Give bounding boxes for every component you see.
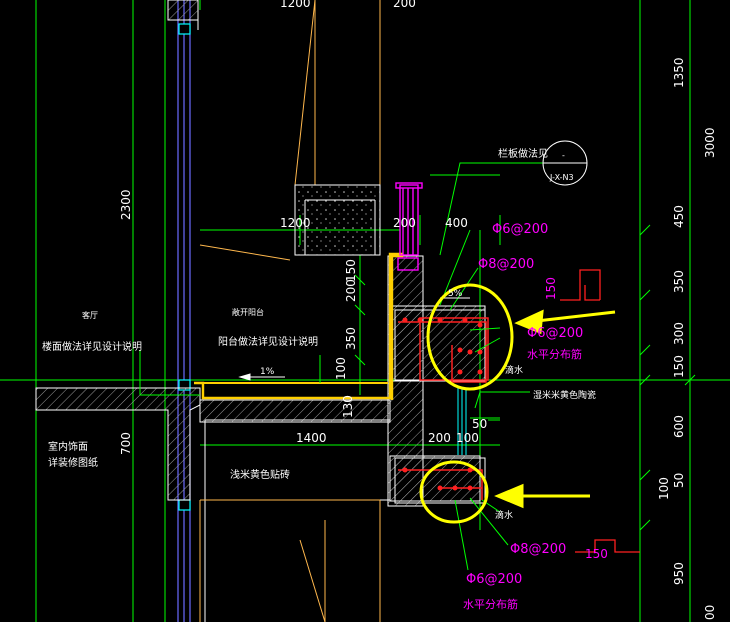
label-rebar-1: Φ6@200 bbox=[492, 222, 548, 237]
label-open-balcony: 敞开阳台 bbox=[232, 307, 264, 317]
dim-r-1350: 1350 bbox=[672, 57, 686, 88]
label-rebar-3: Φ6@200 bbox=[527, 326, 583, 341]
label-floor-note: 楼面做法详见设计说明 bbox=[42, 340, 142, 353]
dim-bot-100: 100 bbox=[456, 431, 479, 445]
dim-left-2300: 2300 bbox=[119, 189, 133, 220]
dim-bot-1400: 1400 bbox=[296, 431, 327, 445]
label-drip-2: 滴水 bbox=[495, 509, 513, 521]
grid-lines bbox=[0, 0, 730, 622]
label-rebar-5: Φ6@200 bbox=[466, 572, 522, 587]
label-indoor-finish-1: 室内饰面 bbox=[48, 440, 88, 453]
label-horiz-rebar-1: 水平分布筋 bbox=[527, 347, 582, 361]
dim-r-00: 00 bbox=[703, 605, 717, 620]
dim-r-950: 950 bbox=[672, 562, 686, 585]
cad-drawing: 1200 200 1200 200 400 2300 700 150 200 3… bbox=[0, 0, 730, 622]
label-detail-ref: J-X-N3 bbox=[549, 173, 574, 182]
dim-r-350: 350 bbox=[672, 270, 686, 293]
label-horiz-rebar-2: 水平分布筋 bbox=[463, 597, 518, 611]
dim-v-350: 350 bbox=[344, 327, 358, 350]
dim-150-flag2: 150 bbox=[585, 547, 608, 561]
dim-v-100: 100 bbox=[334, 357, 348, 380]
dim-r-3000: 3000 bbox=[703, 127, 717, 158]
dim-mid-1200: 1200 bbox=[280, 216, 311, 230]
dim-bot-200: 200 bbox=[428, 431, 451, 445]
dim-r-300: 300 bbox=[672, 322, 686, 345]
dim-v-150: 150 bbox=[344, 259, 358, 282]
dim-r-100: 100 bbox=[657, 477, 671, 500]
dim-v-200: 200 bbox=[344, 279, 358, 302]
dim-mid-200: 200 bbox=[393, 216, 416, 230]
dim-top-200: 200 bbox=[393, 0, 416, 10]
dim-50b: 50 bbox=[672, 473, 686, 488]
dim-150-flag: 150 bbox=[544, 277, 558, 300]
dim-r-600: 600 bbox=[672, 415, 686, 438]
dim-50a: 50 bbox=[472, 417, 487, 431]
dim-left-700: 700 bbox=[119, 432, 133, 455]
balcony-slab-outline bbox=[194, 252, 404, 400]
dim-r-450: 450 bbox=[672, 205, 686, 228]
left-window-frame bbox=[177, 0, 191, 622]
label-slope-5: 5% bbox=[448, 289, 463, 299]
label-living-room: 客厅 bbox=[82, 310, 98, 320]
label-wall-tile: 浅米黄色贴砖 bbox=[230, 468, 290, 481]
label-railing-ref: 栏板做法见 bbox=[498, 147, 548, 160]
label-indoor-finish-2: 详装修图纸 bbox=[48, 456, 98, 469]
dim-top-1200: 1200 bbox=[280, 0, 311, 10]
dim-v-130: 130 bbox=[341, 395, 355, 418]
dim-r-150: 150 bbox=[672, 355, 686, 378]
label-tile-light: 湿米米黄色陶瓷 bbox=[533, 389, 596, 401]
label-detail-symbol: - bbox=[562, 151, 565, 160]
label-drip-1: 滴水 bbox=[505, 364, 523, 376]
label-slope-1: 1% bbox=[260, 367, 275, 377]
label-rebar-4: Φ8@200 bbox=[510, 542, 566, 557]
dim-mid-400: 400 bbox=[445, 216, 468, 230]
label-rebar-2: Φ8@200 bbox=[478, 257, 534, 272]
label-balcony-note: 阳台做法详见设计说明 bbox=[218, 335, 318, 348]
